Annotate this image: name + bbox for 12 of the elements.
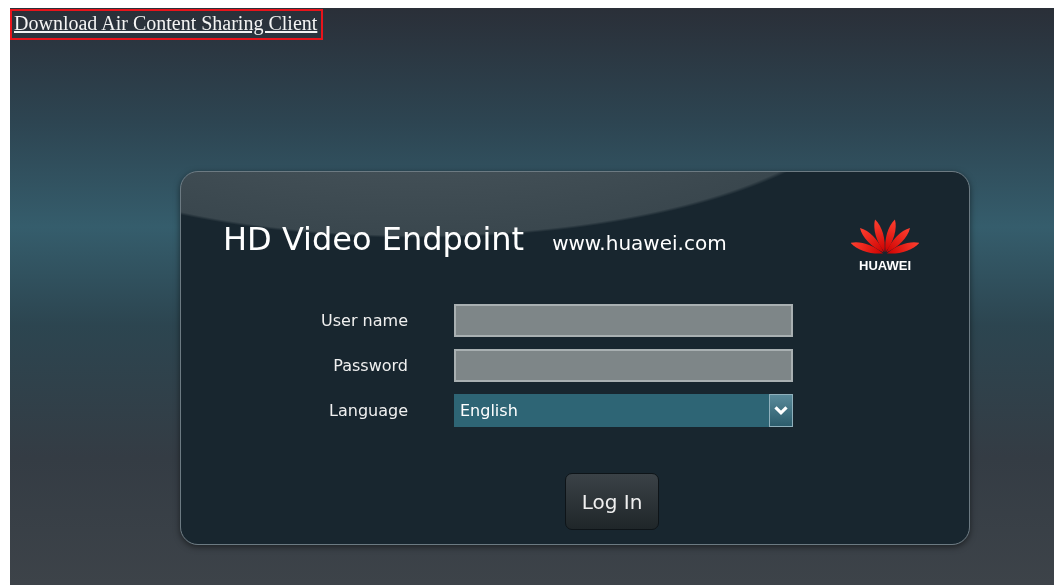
field-label: User name	[321, 311, 408, 330]
username-field[interactable]	[454, 304, 793, 337]
card-title: HD Video Endpoint	[223, 220, 525, 258]
language-select[interactable]: English	[454, 394, 793, 427]
field-label: Language	[329, 401, 408, 420]
logo-text: HUAWEI	[859, 258, 911, 273]
website-text: www.huawei.com	[552, 231, 727, 255]
password-field[interactable]	[454, 349, 793, 382]
download-link[interactable]: Download Air Content Sharing Client	[10, 9, 324, 40]
field-label: Password	[333, 356, 408, 375]
chevron-down-icon	[769, 394, 793, 427]
login-button[interactable]: Log In	[565, 473, 659, 530]
